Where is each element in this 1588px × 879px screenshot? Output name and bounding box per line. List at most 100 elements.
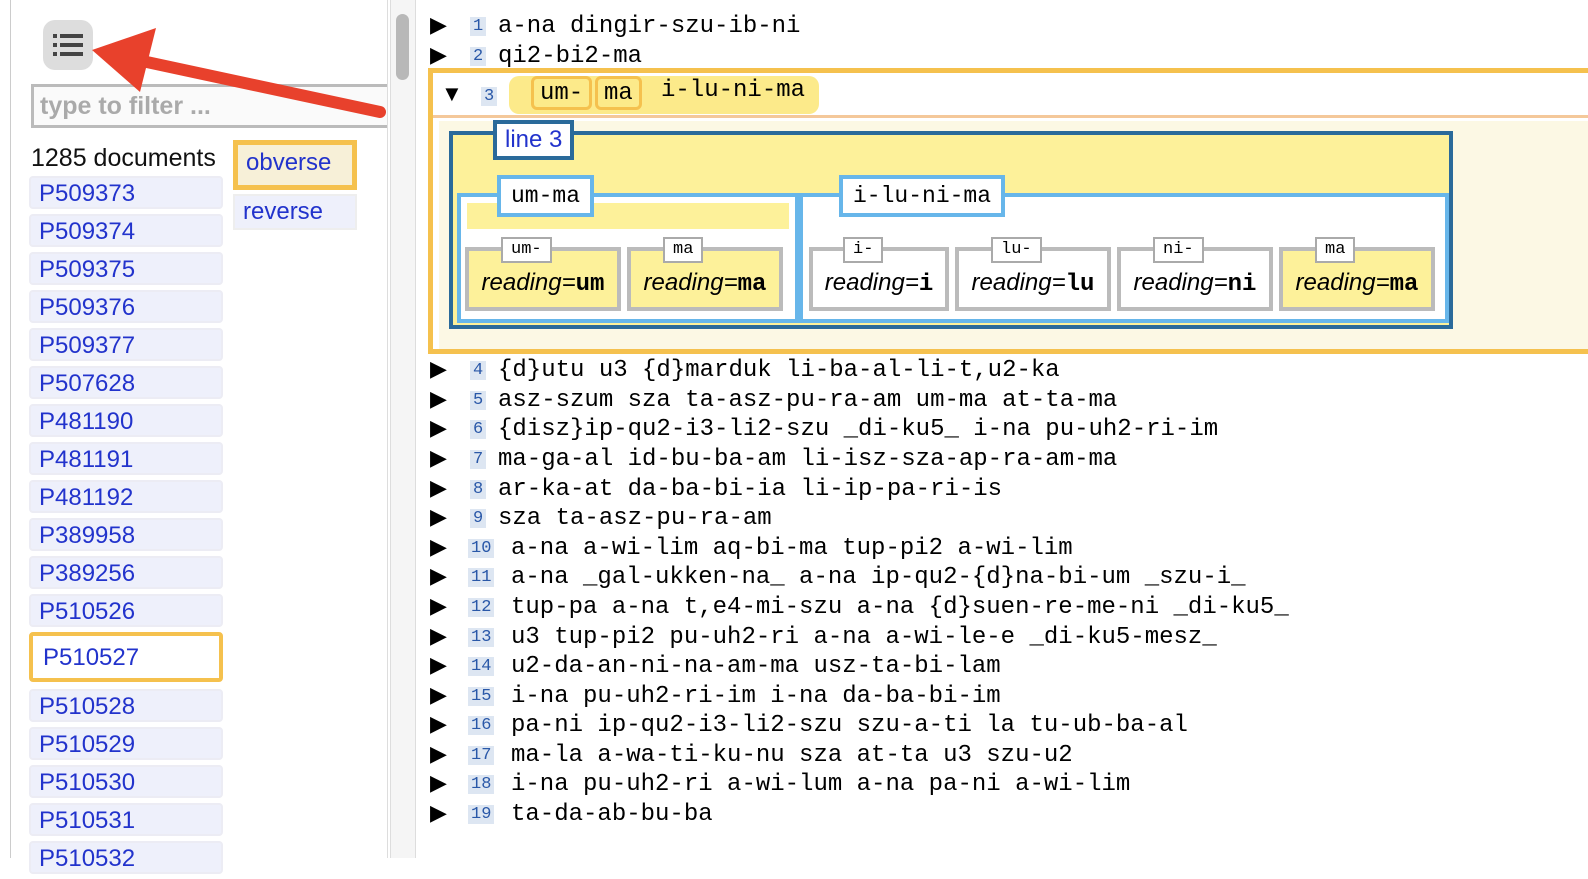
reading-key: reading= [643, 269, 738, 296]
expand-triangle-icon[interactable]: ▶ [430, 505, 447, 531]
document-item[interactable]: P510531 [29, 803, 223, 836]
word-box: i-lu-ni-ma i- reading=i lu- reading=lu n… [799, 175, 1449, 323]
line-number: 5 [470, 390, 487, 410]
expand-triangle-icon[interactable]: ▶ [430, 476, 447, 502]
line-text: {disz}ip-qu2-i3-li2-szu _di-ku5_ i-na pu… [498, 415, 1219, 443]
document-item[interactable]: P509375 [29, 252, 223, 285]
document-count: 1285 documents [31, 144, 216, 172]
expand-triangle-icon[interactable]: ▶ [430, 13, 447, 39]
document-item[interactable]: P389256 [29, 556, 223, 589]
expand-triangle-icon[interactable]: ▶ [430, 416, 447, 442]
line-text: tup-pa a-na t,e4-mi-szu a-na {d}suen-re-… [511, 593, 1289, 621]
document-item[interactable]: P509374 [29, 214, 223, 247]
tab-reverse[interactable]: reverse [233, 194, 357, 230]
line-text: asz-szum sza ta-asz-pu-ra-am um-ma at-ta… [498, 386, 1118, 414]
sign-box[interactable]: ni- reading=ni [1117, 237, 1273, 311]
expand-triangle-icon[interactable]: ▶ [430, 446, 447, 472]
expand-triangle-icon[interactable]: ▶ [430, 535, 447, 561]
document-item[interactable]: P509376 [29, 290, 223, 323]
document-item[interactable]: P481192 [29, 480, 223, 513]
line-number: 12 [468, 597, 495, 617]
line-number: 11 [468, 567, 495, 587]
line-number: 14 [468, 656, 495, 676]
document-item[interactable]: P510528 [29, 689, 223, 722]
sign-chunk[interactable]: um- [531, 76, 593, 110]
side-tabs: obverse reverse [233, 140, 357, 230]
word-label[interactable]: um-ma [497, 175, 595, 217]
line-text: ar-ka-at da-ba-bi-ia li-ip-pa-ri-is [498, 475, 1003, 503]
tab-obverse[interactable]: obverse [233, 140, 357, 190]
reading-key: reading= [824, 269, 919, 296]
expanded-line: ▼ 3 um- ma i-lu-ni-ma line 3 um-ma um- r… [428, 68, 1588, 354]
line-number: 6 [470, 419, 487, 439]
line-number: 7 [470, 449, 487, 469]
sign-box[interactable]: um- reading=um [465, 237, 621, 311]
sign-box[interactable]: i- reading=i [809, 237, 949, 311]
document-item[interactable]: P510530 [29, 765, 223, 798]
expand-triangle-icon[interactable]: ▶ [430, 624, 447, 650]
expanded-line-header[interactable]: ▼ 3 um- ma i-lu-ni-ma [433, 73, 1588, 118]
sign-tag: ni- [1153, 237, 1204, 263]
document-item[interactable]: P481191 [29, 442, 223, 475]
line-box: line 3 um-ma um- reading=um ma reading=m… [449, 120, 1453, 329]
expand-triangle-icon[interactable]: ▶ [430, 742, 447, 768]
word-label[interactable]: i-lu-ni-ma [839, 175, 1006, 217]
scrollbar[interactable] [390, 0, 416, 858]
filter-input[interactable] [31, 84, 387, 128]
line-number: 18 [468, 774, 495, 794]
line-number: 13 [468, 627, 495, 647]
document-item[interactable]: P509377 [29, 328, 223, 361]
reading-value: um [575, 271, 605, 298]
document-item[interactable]: P481190 [29, 404, 223, 437]
reading-value: ma [737, 271, 767, 298]
reading-key: reading= [1295, 269, 1390, 296]
line-text: ma-ga-al id-bu-ba-am li-isz-sza-ap-ra-am… [498, 445, 1118, 473]
reading-key: reading= [481, 269, 576, 296]
document-item[interactable]: P510529 [29, 727, 223, 760]
expand-triangle-icon[interactable]: ▶ [430, 357, 447, 383]
document-item[interactable]: P509373 [29, 176, 223, 209]
document-list: P509373 P509374 P509375 P509376 P509377 … [29, 176, 223, 879]
reading-value: ma [1389, 271, 1419, 298]
sign-box[interactable]: ma reading=ma [627, 237, 783, 311]
sign-box[interactable]: ma reading=ma [1279, 237, 1435, 311]
document-item-selected[interactable]: P510527 [29, 632, 223, 682]
document-item[interactable]: P507628 [29, 366, 223, 399]
expand-triangle-icon[interactable]: ▶ [430, 712, 447, 738]
line-number: 9 [470, 508, 487, 528]
sign-box[interactable]: lu- reading=lu [955, 237, 1111, 311]
expand-triangle-icon[interactable]: ▶ [430, 564, 447, 590]
line-text: a-na dingir-szu-ib-ni [498, 12, 801, 40]
expand-triangle-icon[interactable]: ▶ [430, 594, 447, 620]
line-text: i-na pu-uh2-ri-im i-na da-ba-bi-im [511, 682, 1001, 710]
expand-triangle-icon[interactable]: ▶ [430, 387, 447, 413]
sign-chunk[interactable]: ma [595, 76, 642, 110]
line-text: u2-da-an-ni-na-am-ma usz-ta-bi-lam [511, 652, 1001, 680]
collapse-triangle-icon[interactable]: ▼ [441, 81, 463, 107]
document-item[interactable]: P510526 [29, 594, 223, 627]
expand-triangle-icon[interactable]: ▶ [430, 801, 447, 827]
line-number: 2 [470, 46, 487, 66]
sign-tag: lu- [991, 237, 1042, 263]
line-text: a-na a-wi-lim aq-bi-ma tup-pi2 a-wi-lim [511, 534, 1073, 562]
line-text: a-na _gal-ukken-na_ a-na ip-qu2-{d}na-bi… [511, 563, 1246, 591]
reading-value: i [918, 271, 934, 298]
line-structure: line 3 um-ma um- reading=um ma reading=m… [439, 120, 1588, 349]
line-label[interactable]: line 3 [493, 120, 575, 160]
menu-toggle-button[interactable] [43, 20, 93, 70]
line-text: {d}utu u3 {d}marduk li-ba-al-li-t,u2-ka [498, 356, 1060, 384]
sign-tag: i- [843, 237, 884, 263]
expand-triangle-icon[interactable]: ▶ [430, 771, 447, 797]
expand-triangle-icon[interactable]: ▶ [430, 43, 447, 69]
expand-triangle-icon[interactable]: ▶ [430, 683, 447, 709]
scrollbar-thumb[interactable] [396, 14, 409, 80]
word-chunk[interactable]: i-lu-ni-ma [655, 76, 811, 110]
line-text: sza ta-asz-pu-ra-am [498, 504, 772, 532]
expand-triangle-icon[interactable]: ▶ [430, 653, 447, 679]
list-icon [53, 34, 83, 56]
line-number: 16 [468, 715, 495, 735]
document-item[interactable]: P389958 [29, 518, 223, 551]
sign-tag: um- [501, 237, 552, 263]
reading-value: lu [1065, 271, 1095, 298]
word-box: um-ma um- reading=um ma reading=ma [457, 175, 799, 323]
